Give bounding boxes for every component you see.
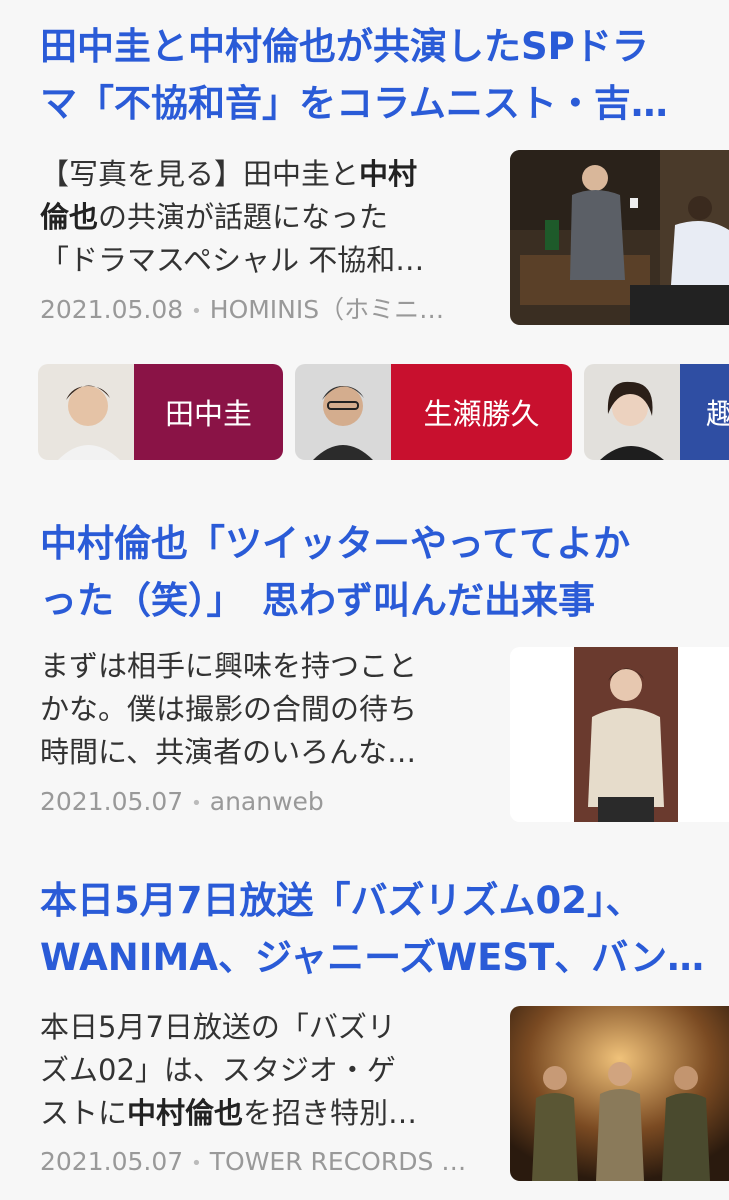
person-tag[interactable]: 生瀬勝久 [295,364,572,460]
article-snippet: 本日5月7日放送の「バズリ ズム02」は、スタジオ・ゲ ストに中村倫也を招き特別… [40,1010,418,1130]
portrait-photo [38,364,134,460]
person-tag-row: 田中圭 生瀬勝久 趣 [38,364,729,460]
article-thumbnail[interactable] [510,647,729,822]
article-card[interactable]: 本日5月7日放送「バズリズム02」、 WANIMA、ジャニーズWEST、バン… … [0,860,729,1200]
person-tag-label: 田中圭 [134,364,283,460]
article-thumbnail[interactable] [510,1006,729,1181]
article-snippet: まずは相手に興味を持つこと かな。僕は撮影の合間の待ち 時間に、共演者のいろんな… [40,649,418,769]
separator-dot: • [191,792,202,814]
article-thumbnail[interactable] [510,150,729,325]
article-source: ananweb [209,787,324,816]
office-scene-photo [510,150,729,325]
person-tag[interactable]: 趣 [584,364,729,460]
article-headline[interactable]: 本日5月7日放送「バズリズム02」、 WANIMA、ジャニーズWEST、バン… [40,872,715,986]
news-feed: 田中圭と中村倫也が共演したSPドラ マ「不協和音」をコラムニスト・吉… 【写真を… [0,0,729,1200]
portrait-photo [584,364,680,460]
article-source: HOMINIS（ホミニ… [209,295,445,324]
article-date: 2021.05.07 [40,787,184,816]
person-tag[interactable]: 田中圭 [38,364,283,460]
article-card[interactable]: 中村倫也「ツイッターやっててよか った（笑）」 思わず叫んだ出来事 まずは相手に… [0,500,729,840]
person-tag-label: 趣 [680,364,729,460]
article-card[interactable]: 田中圭と中村倫也が共演したSPドラ マ「不協和音」をコラムニスト・吉… 【写真を… [0,0,729,340]
portrait-photo [295,364,391,460]
separator-dot: • [191,1152,202,1174]
article-meta: 2021.05.07 • TOWER RECORDS … [40,1147,480,1176]
portrait-photo [510,647,729,822]
band-photo [510,1006,729,1181]
article-headline[interactable]: 田中圭と中村倫也が共演したSPドラ マ「不協和音」をコラムニスト・吉… [40,18,715,132]
article-snippet: 【写真を見る】田中圭と中村 倫也の共演が話題になった 「ドラマスペシャル 不協和… [40,157,425,277]
person-tag-label: 生瀬勝久 [391,364,572,460]
article-meta: 2021.05.07 • ananweb [40,787,480,816]
article-meta: 2021.05.08 • HOMINIS（ホミニ… [40,290,480,326]
article-date: 2021.05.07 [40,1147,184,1176]
article-source: TOWER RECORDS … [209,1147,467,1176]
article-date: 2021.05.08 [40,295,184,324]
article-headline[interactable]: 中村倫也「ツイッターやっててよか った（笑）」 思わず叫んだ出来事 [40,515,715,629]
separator-dot: • [191,300,202,322]
